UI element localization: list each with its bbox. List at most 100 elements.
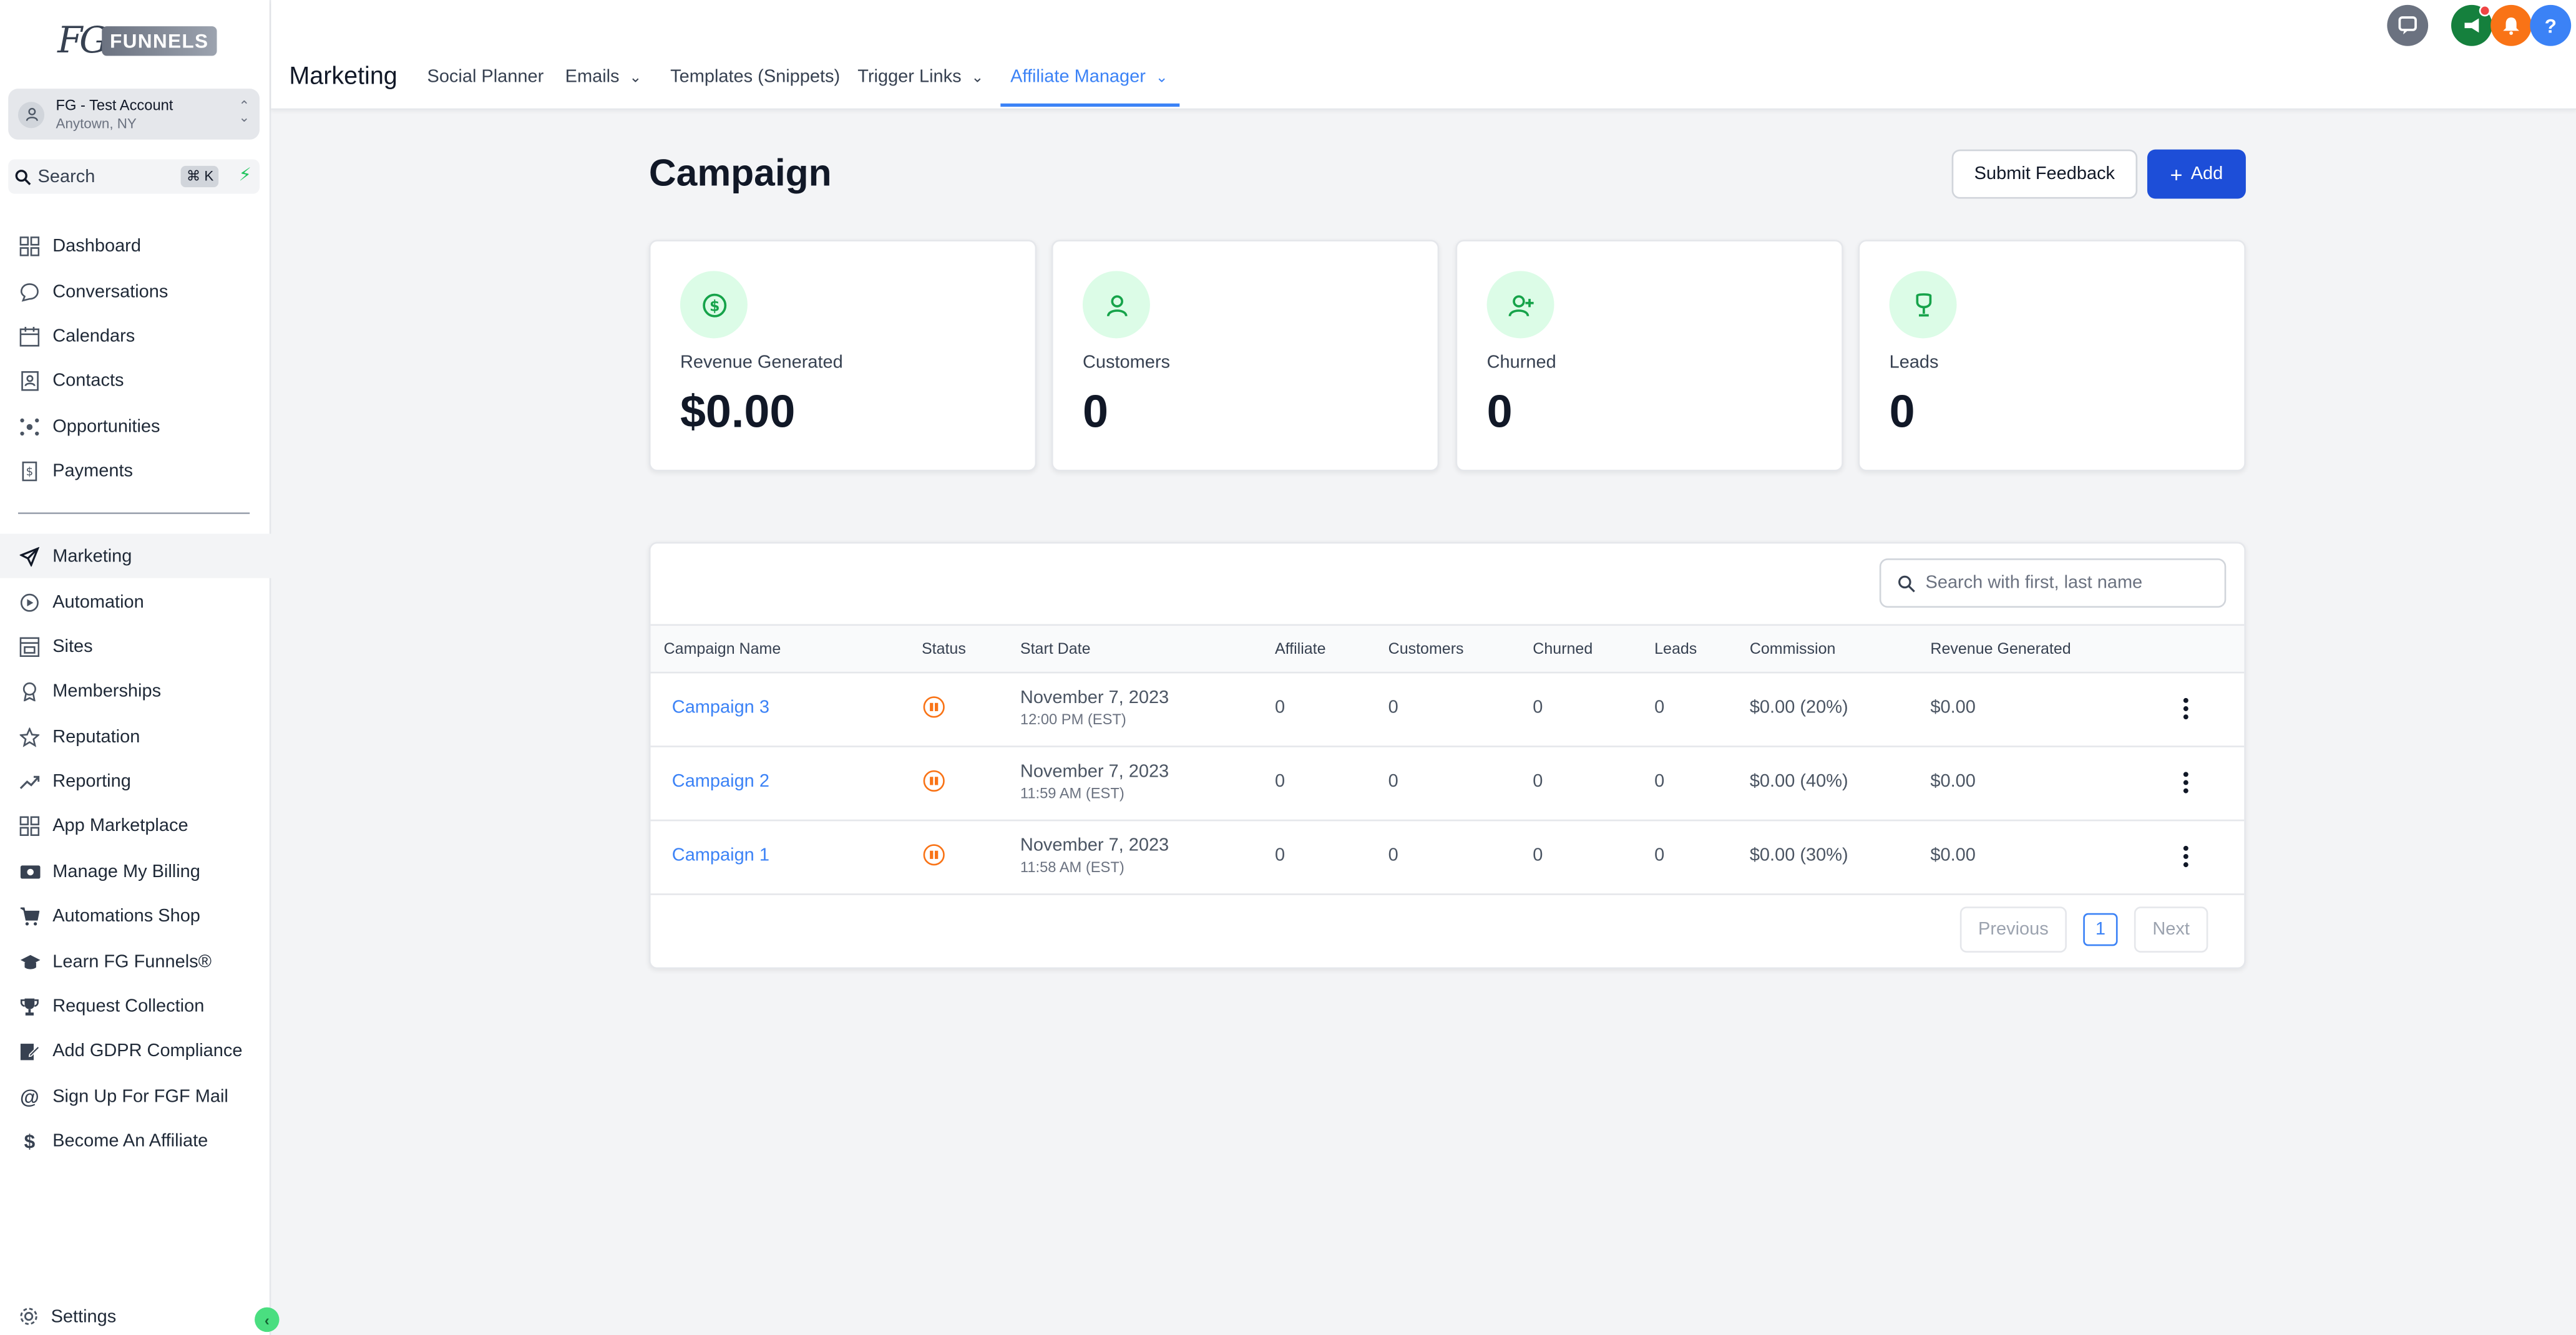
sidebar-item-affiliate[interactable]: $ Become An Affiliate	[0, 1119, 271, 1163]
more-options-icon[interactable]	[2182, 696, 2188, 721]
tab-templates[interactable]: Templates (Snippets)	[670, 67, 840, 87]
column-header: Revenue Generated	[1930, 640, 2071, 659]
sidebar-item-fgf-mail[interactable]: @ Sign Up For FGF Mail	[0, 1074, 271, 1119]
sidebar-item-payments[interactable]: $ Payments	[0, 449, 271, 493]
previous-page-button[interactable]: Previous	[1959, 906, 2067, 953]
sidebar-item-calendars[interactable]: Calendars	[0, 314, 271, 358]
tab-emails[interactable]: Emails ⌄	[565, 67, 642, 87]
sidebar-item-label: Conversations	[52, 281, 168, 302]
chevron-updown-icon: ⌃ ⌄	[238, 98, 250, 125]
sidebar-item-label: Manage My Billing	[52, 861, 200, 881]
more-options-icon[interactable]	[2182, 770, 2188, 795]
stat-value: $0.00	[680, 386, 796, 437]
dashboard-icon	[18, 234, 41, 257]
sidebar-item-contacts[interactable]: Contacts	[0, 358, 271, 402]
sidebar-item-reporting[interactable]: Reporting	[0, 759, 271, 803]
sidebar-item-memberships[interactable]: Memberships	[0, 669, 271, 713]
search-shortcut: ⌘ K	[181, 165, 219, 188]
help-icon[interactable]: ?	[2530, 4, 2572, 46]
apps-icon	[18, 814, 41, 837]
calendar-icon	[18, 324, 41, 347]
submit-feedback-button[interactable]: Submit Feedback	[1951, 149, 2138, 199]
search-icon	[15, 168, 31, 185]
sidebar-item-label: Sites	[52, 636, 93, 656]
add-button[interactable]: + Add	[2147, 149, 2246, 199]
column-header: Status	[921, 640, 966, 659]
sidebar-item-marketing[interactable]: Marketing	[0, 533, 271, 578]
column-header: Campaign Name	[663, 640, 781, 659]
sidebar-item-label: Automations Shop	[52, 905, 200, 926]
campaign-name-link[interactable]: Campaign 3	[672, 698, 769, 718]
account-avatar-icon	[17, 100, 45, 128]
revenue-cell: $0.00	[1930, 697, 1976, 718]
account-location: Anytown, NY	[56, 115, 137, 132]
brand-logo[interactable]: FG FUNNELS	[57, 16, 217, 66]
sidebar-item-label: Reputation	[52, 726, 140, 747]
stat-card-customers: Customers 0	[1051, 240, 1440, 472]
sidebar-item-label: Sign Up For FGF Mail	[52, 1086, 228, 1107]
sidebar-item-automations-shop[interactable]: Automations Shop	[0, 893, 271, 938]
affiliate-cell: 0	[1274, 845, 1286, 866]
trophy-icon	[18, 994, 41, 1017]
active-tab-indicator	[1000, 103, 1180, 107]
svg-text:$: $	[709, 296, 719, 314]
bell-icon[interactable]	[2491, 4, 2532, 46]
table-header: Campaign Name Status Start Date Affiliat…	[650, 624, 2245, 674]
user-icon	[1082, 271, 1150, 339]
trend-icon	[18, 769, 41, 792]
next-page-button[interactable]: Next	[2134, 906, 2208, 953]
start-time: 11:58 AM (EST)	[1020, 858, 1125, 876]
sidebar-item-billing[interactable]: Manage My Billing	[0, 849, 271, 893]
sidebar-item-automation[interactable]: Automation	[0, 580, 271, 624]
sidebar-search[interactable]: Search ⌘ K ⚡	[8, 159, 260, 194]
sidebar-item-settings[interactable]: Settings	[18, 1306, 116, 1327]
leads-cell: 0	[1654, 697, 1665, 718]
add-label: Add	[2190, 164, 2223, 184]
campaign-name-link[interactable]: Campaign 1	[672, 846, 769, 866]
sidebar-item-learn[interactable]: Learn FG Funnels®	[0, 939, 271, 984]
page-number-button[interactable]: 1	[2083, 913, 2118, 946]
sidebar-item-app-marketplace[interactable]: App Marketplace	[0, 803, 271, 847]
paused-status-icon	[923, 770, 945, 792]
start-date: November 7, 2023	[1020, 688, 1169, 708]
bolt-icon[interactable]: ⚡	[238, 164, 251, 186]
section-title: Marketing	[289, 62, 398, 90]
customers-cell: 0	[1388, 845, 1398, 866]
campaign-name-link[interactable]: Campaign 2	[672, 772, 769, 792]
sidebar-item-gdpr[interactable]: Add GDPR Compliance	[0, 1028, 271, 1072]
contacts-icon	[18, 369, 41, 392]
account-switcher[interactable]: FG - Test Account Anytown, NY ⌃ ⌄	[8, 89, 260, 140]
sidebar-item-label: Reporting	[52, 771, 131, 791]
tab-affiliate-manager[interactable]: Affiliate Manager ⌄	[1010, 67, 1168, 87]
column-header: Customers	[1388, 640, 1464, 659]
sidebar-item-opportunities[interactable]: Opportunities	[0, 404, 271, 449]
start-date-cell: November 7, 2023 11:58 AM (EST)	[1020, 836, 1169, 875]
sidebar-item-conversations[interactable]: Conversations	[0, 269, 271, 314]
churned-cell: 0	[1533, 772, 1543, 792]
sidebar-item-dashboard[interactable]: Dashboard	[0, 223, 271, 268]
sidebar-item-label: Dashboard	[52, 235, 141, 256]
page-title: Campaign	[648, 151, 832, 194]
chat-widget-icon[interactable]	[2387, 4, 2429, 46]
collapse-sidebar-icon[interactable]: ‹	[255, 1307, 280, 1333]
sidebar-item-request-collection[interactable]: Request Collection	[0, 984, 271, 1028]
app-root: FG FUNNELS FG - Test Account Anytown, NY…	[0, 0, 2576, 1335]
chat-icon	[18, 280, 41, 303]
commission-cell: $0.00 (30%)	[1749, 845, 1848, 866]
start-time: 11:59 AM (EST)	[1020, 785, 1125, 802]
affiliate-cell: 0	[1274, 697, 1286, 718]
tab-label: Social Planner	[427, 67, 544, 87]
at-icon: @	[19, 1084, 39, 1108]
sidebar-item-reputation[interactable]: Reputation	[0, 714, 271, 759]
plus-icon: +	[2170, 162, 2183, 187]
more-options-icon[interactable]	[2182, 844, 2188, 868]
start-time: 12:00 PM (EST)	[1020, 711, 1126, 728]
chevron-down-icon: ⌄	[629, 68, 642, 85]
leads-cell: 0	[1654, 845, 1665, 866]
tab-trigger-links[interactable]: Trigger Links ⌄	[857, 67, 983, 87]
sites-icon	[18, 635, 41, 658]
campaign-search-input[interactable]: Search with first, last name	[1879, 558, 2227, 608]
sidebar-item-sites[interactable]: Sites	[0, 624, 271, 668]
tab-social-planner[interactable]: Social Planner	[427, 67, 544, 87]
sidebar: FG FUNNELS FG - Test Account Anytown, NY…	[0, 0, 271, 1335]
